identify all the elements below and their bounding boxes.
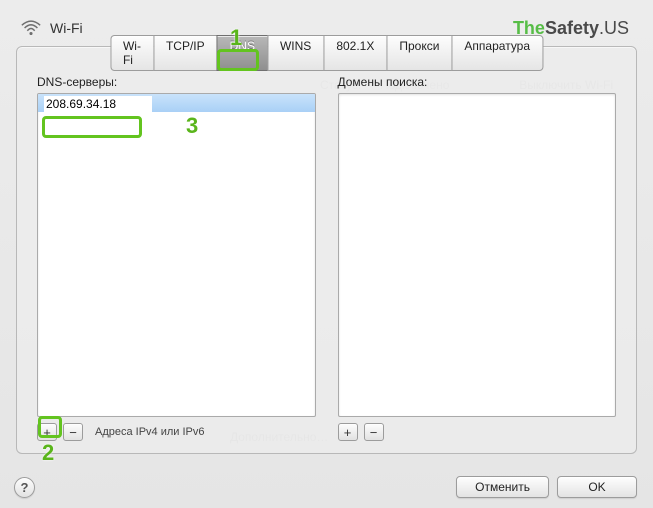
tab-tcpip[interactable]: TCP/IP [153, 35, 217, 71]
search-domains-label: Домены поиска: [338, 75, 617, 89]
dns-servers-column: DNS-серверы: + − Адреса IPv4 или IPv6 [37, 75, 316, 441]
tab-wins[interactable]: WINS [267, 35, 323, 71]
header-title: Wi-Fi [50, 20, 83, 36]
tab-dns[interactable]: DNS [217, 35, 267, 71]
network-advanced-window: Статус: Подключено Выключить Wi-Fi Допол… [0, 0, 653, 508]
tab-proxy[interactable]: Прокси [386, 35, 451, 71]
dns-server-input[interactable] [44, 96, 152, 112]
ok-button[interactable]: OK [557, 476, 637, 498]
search-domains-column: Домены поиска: + − [338, 75, 617, 441]
footer: ? Отменить OK [14, 476, 637, 498]
dns-add-button[interactable]: + [37, 423, 57, 441]
settings-sheet: Wi-Fi TCP/IP DNS WINS 802.1X Прокси Аппа… [16, 46, 637, 454]
dns-format-hint: Адреса IPv4 или IPv6 [95, 426, 205, 438]
help-button[interactable]: ? [14, 477, 35, 498]
tab-8021x[interactable]: 802.1X [323, 35, 386, 71]
dns-servers-list[interactable] [37, 93, 316, 417]
dns-servers-label: DNS-серверы: [37, 75, 316, 89]
search-domains-list[interactable] [338, 93, 617, 417]
domain-remove-button[interactable]: − [364, 423, 384, 441]
wifi-icon [20, 19, 42, 37]
dns-server-row[interactable] [38, 94, 315, 112]
tab-wifi[interactable]: Wi-Fi [110, 35, 153, 71]
tab-bar: Wi-Fi TCP/IP DNS WINS 802.1X Прокси Аппа… [110, 35, 543, 71]
domain-add-button[interactable]: + [338, 423, 358, 441]
tab-hardware[interactable]: Аппаратура [451, 35, 543, 71]
cancel-button[interactable]: Отменить [456, 476, 549, 498]
dns-remove-button[interactable]: − [63, 423, 83, 441]
